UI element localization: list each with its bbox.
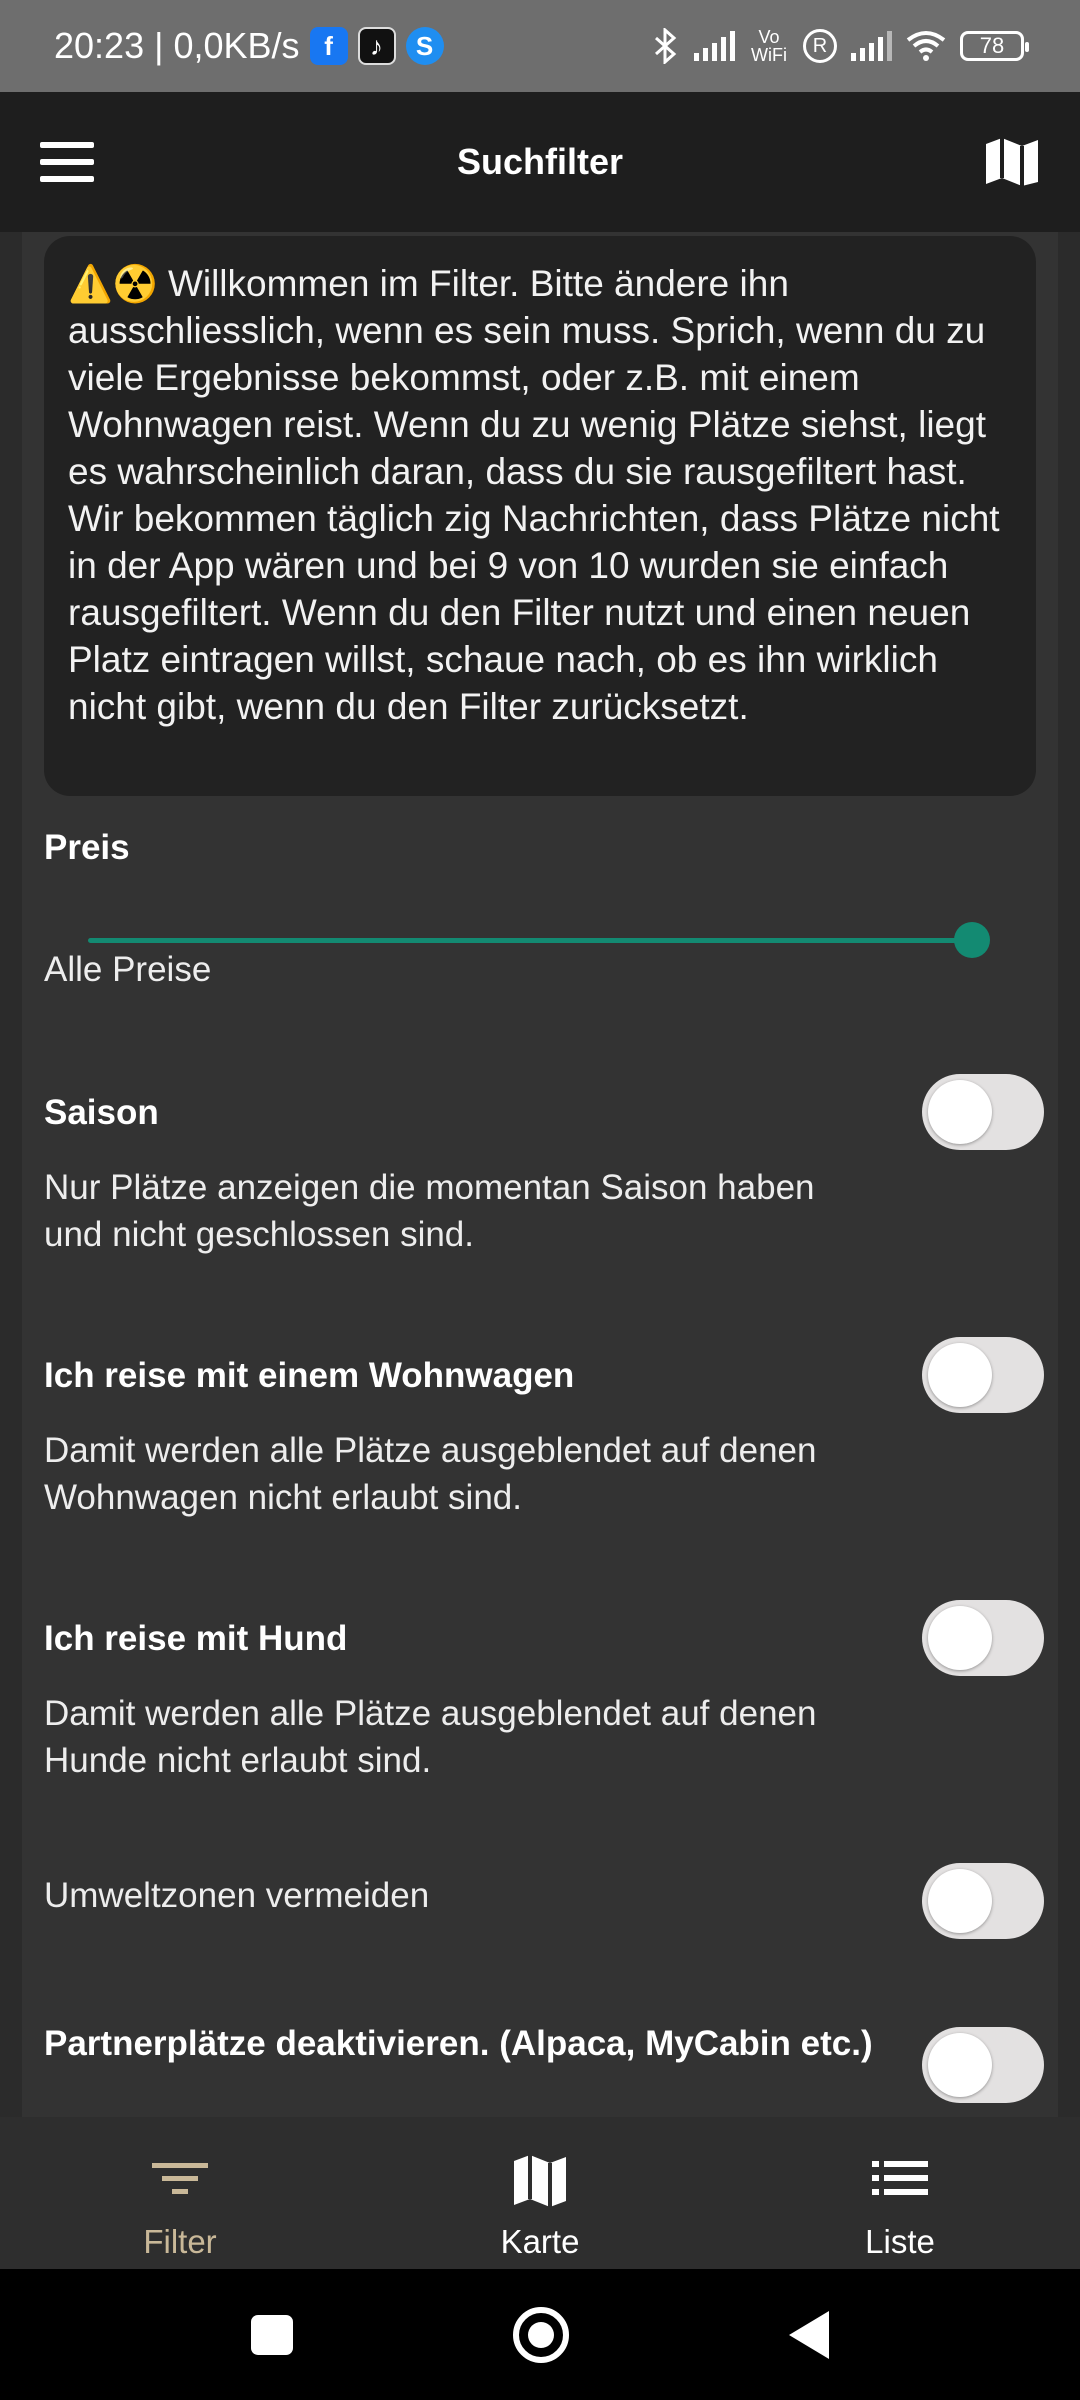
filter-icon [152,2163,208,2194]
nav-karte[interactable]: Karte [360,2117,720,2269]
warning-radioactive-icon: ⚠️☢️ [68,263,158,304]
filter-desc-saison: Nur Plätze anzeigen die momentan Saison … [44,1168,815,1254]
system-navigation-bar [0,2269,1080,2400]
filter-title-saison: Saison [44,1093,159,1132]
home-button[interactable] [513,2306,569,2363]
roaming-icon: R [803,29,837,63]
map-icon[interactable] [984,136,1040,188]
filter-title-umweltzonen: Umweltzonen vermeiden [44,1876,430,1915]
nav-filter-label: Filter [143,2223,217,2260]
status-bar: 20:23 | 0,0KB/s f ♪ S Vo WiFi R 78 [0,0,1080,92]
bottom-navigation: Filter Karte Liste [0,2117,1080,2269]
back-button[interactable] [789,2310,829,2359]
status-time: 20:23 [54,25,145,66]
filter-content[interactable]: ⚠️☢️ Willkommen im Filter. Bitte ändere … [22,232,1058,2117]
vowifi-icon: Vo WiFi [751,27,787,65]
list-icon [872,2161,928,2195]
battery-icon: 78 [960,31,1029,61]
price-slider[interactable] [88,920,992,960]
status-network-speed: 0,0KB/s [173,25,300,66]
tiktok-icon: ♪ [357,27,396,65]
status-separator: | [154,25,164,66]
app-bar: Suchfilter [0,92,1080,232]
filter-desc-hund: Damit werden alle Plätze ausgeblendet au… [44,1694,817,1780]
wohnwagen-toggle[interactable] [922,1337,1044,1413]
filter-desc-wohnwagen: Damit werden alle Plätze ausgeblendet au… [44,1431,817,1517]
hamburger-menu-icon[interactable] [40,142,94,182]
facebook-icon: f [309,27,348,65]
signal-icon [851,31,892,61]
shazam-icon: S [405,27,444,65]
hund-toggle[interactable] [922,1600,1044,1676]
filter-title-wohnwagen: Ich reise mit einem Wohnwagen [44,1356,575,1395]
signal-icon [694,31,735,61]
battery-level: 78 [979,33,1005,58]
status-bar-right: Vo WiFi R 78 [652,27,1029,65]
wifi-icon [906,31,946,61]
map-icon [514,2155,566,2207]
saison-toggle[interactable] [922,1074,1044,1150]
nav-filter[interactable]: Filter [0,2117,360,2269]
partnerplaetze-toggle[interactable] [922,2027,1044,2103]
nav-liste[interactable]: Liste [720,2117,1080,2269]
info-notice: ⚠️☢️ Willkommen im Filter. Bitte ändere … [44,236,1036,796]
price-slider-track [88,938,968,943]
page-title: Suchfilter [456,141,624,182]
recents-button[interactable] [251,2314,293,2355]
notice-text: Willkommen im Filter. Bitte ändere ihn a… [68,263,1000,727]
nav-liste-label: Liste [865,2223,935,2260]
nav-karte-label: Karte [500,2223,580,2260]
filter-title-partnerplaetze: Partnerplätze deaktivieren. (Alpaca, MyC… [44,2024,873,2063]
status-bar-left: 20:23 | 0,0KB/s f ♪ S [54,25,444,67]
bluetooth-icon [655,28,677,64]
price-value-label: Alle Preise [44,950,212,989]
umweltzonen-toggle[interactable] [922,1863,1044,1939]
price-slider-thumb[interactable] [954,922,990,958]
filter-title-hund: Ich reise mit Hund [44,1619,348,1658]
price-title: Preis [44,828,130,867]
